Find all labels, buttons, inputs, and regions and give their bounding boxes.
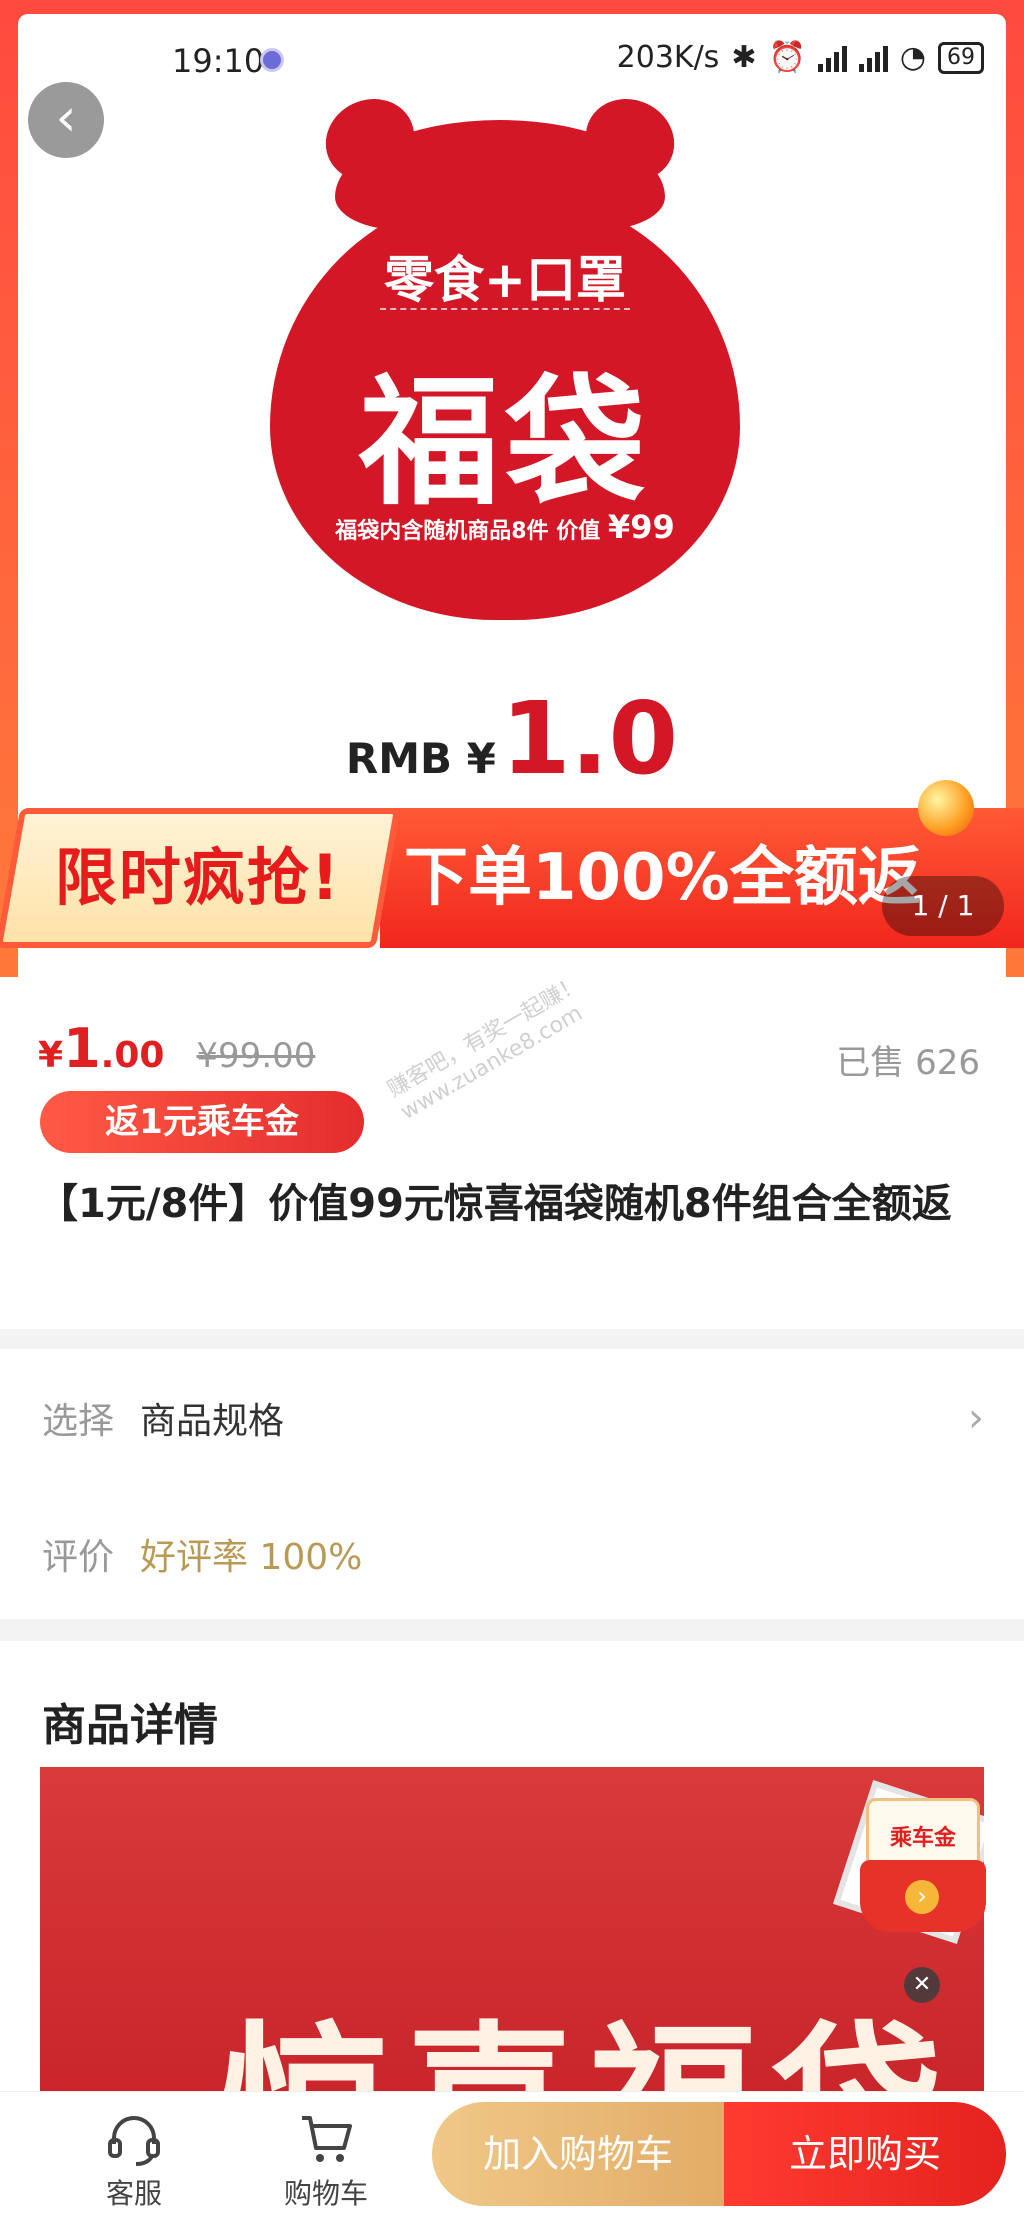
detail-banner-text: 惊喜福袋 [220,1967,956,2091]
back-button[interactable]: ‹ [28,82,104,158]
price-decimal: .00 [100,1035,165,1076]
close-icon[interactable]: ✕ [904,1967,940,2003]
bag-title: 福袋 [358,361,651,525]
customer-service-button[interactable]: 客服 [74,2110,194,2212]
app-notification-icon [260,48,284,72]
cart-button[interactable]: 购物车 [266,2110,386,2212]
alarm-icon: ⏰ [768,40,806,75]
image-pager: 1 / 1 [882,876,1004,936]
review-row[interactable]: 评价 好评率 100% [42,1509,984,1599]
promo-banner-left: 限时疯抢! [0,808,401,948]
rebate-tag: 返1元乘车金 [40,1091,364,1153]
bag-note: 福袋内含随机商品8件 价值 ¥99 [270,508,740,546]
product-hero-image[interactable]: 19:10 203K/s ✱ ⏰ ◔ 69 ‹ 零食+口罩 福袋 福袋内含随机商… [0,0,1024,977]
bag-divider [380,308,630,310]
detail-banner-image: 惊喜福袋 [40,1767,984,2091]
section-divider [0,1329,1024,1349]
add-to-cart-button[interactable]: 加入购物车 [432,2102,724,2206]
arrow-right-icon: › [905,1880,939,1914]
lucky-bag-graphic: 零食+口罩 福袋 福袋内含随机商品8件 价值 ¥99 [270,120,740,620]
bag-note-value: ¥99 [607,508,675,546]
promo-banner-left-text: 限时疯抢! [54,841,342,914]
status-bar: 19:10 203K/s ✱ ⏰ ◔ 69 [0,0,1024,120]
price-section: ¥1.00 ¥99.00 已售 626 返1元乘车金 赚客吧，有奖一起赚！ ww… [0,971,1024,1329]
signal-hd-icon [817,44,847,72]
product-title: 【1元/8件】价值99元惊喜福袋随机8件组合全额返 [38,1181,952,1227]
bottom-action-bar: 客服 购物车 加入购物车 立即购买 [0,2091,1024,2219]
sold-count: 已售 626 [836,1043,980,1083]
status-icons: 203K/s ✱ ⏰ ◔ 69 [617,40,984,75]
promo-banner: 下单100%全额返 限时疯抢! [0,780,1024,968]
cart-icon [302,2116,352,2162]
customer-service-label: 客服 [105,2177,162,2210]
bag-subtitle: 零食+口罩 [384,251,626,309]
spec-section: 选择 商品规格 › 评价 好评率 100% [0,1349,1024,1619]
hero-price-label: RMB ¥ [345,734,496,783]
hero-price: RMB ¥ 1.0 [0,680,1024,797]
watermark: 赚客吧，有奖一起赚！ www.zuanke8.com [380,966,599,1125]
price-integer: 1 [63,1017,101,1080]
price-row: ¥1.00 ¥99.00 [38,1017,315,1080]
bag-note-text: 福袋内含随机商品8件 价值 [335,519,601,544]
detail-heading: 商品详情 [42,1700,218,1751]
chevron-right-icon: › [968,1395,984,1441]
original-price: ¥99.00 [196,1036,316,1076]
select-label: 选择 [42,1401,115,1442]
headset-icon [108,2116,160,2166]
select-spec-row[interactable]: 选择 商品规格 › [42,1373,984,1463]
ride-coupon-widget[interactable]: 乘车金 › [860,1798,986,1938]
hero-price-value: 1.0 [500,680,679,797]
cart-label: 购物车 [283,2177,368,2210]
wifi-icon: ◔ [899,40,926,75]
decor-orb [918,780,974,836]
section-divider [0,1619,1024,1641]
network-speed: 203K/s [616,40,720,75]
review-label: 评价 [42,1537,115,1578]
select-value: 商品规格 [140,1401,285,1442]
red-envelope: › [860,1860,986,1932]
chevron-left-icon: ‹ [55,88,77,148]
promo-banner-right-text: 下单100%全额返 [404,841,922,915]
bluetooth-icon: ✱ [731,40,757,75]
signal-icon [858,44,888,72]
battery-icon: 69 [938,41,984,74]
review-value: 好评率 100% [140,1537,363,1578]
status-time: 19:10 [172,42,265,80]
current-price: ¥1.00 [38,1017,164,1080]
buy-now-button[interactable]: 立即购买 [724,2102,1006,2206]
price-currency: ¥ [38,1035,64,1076]
